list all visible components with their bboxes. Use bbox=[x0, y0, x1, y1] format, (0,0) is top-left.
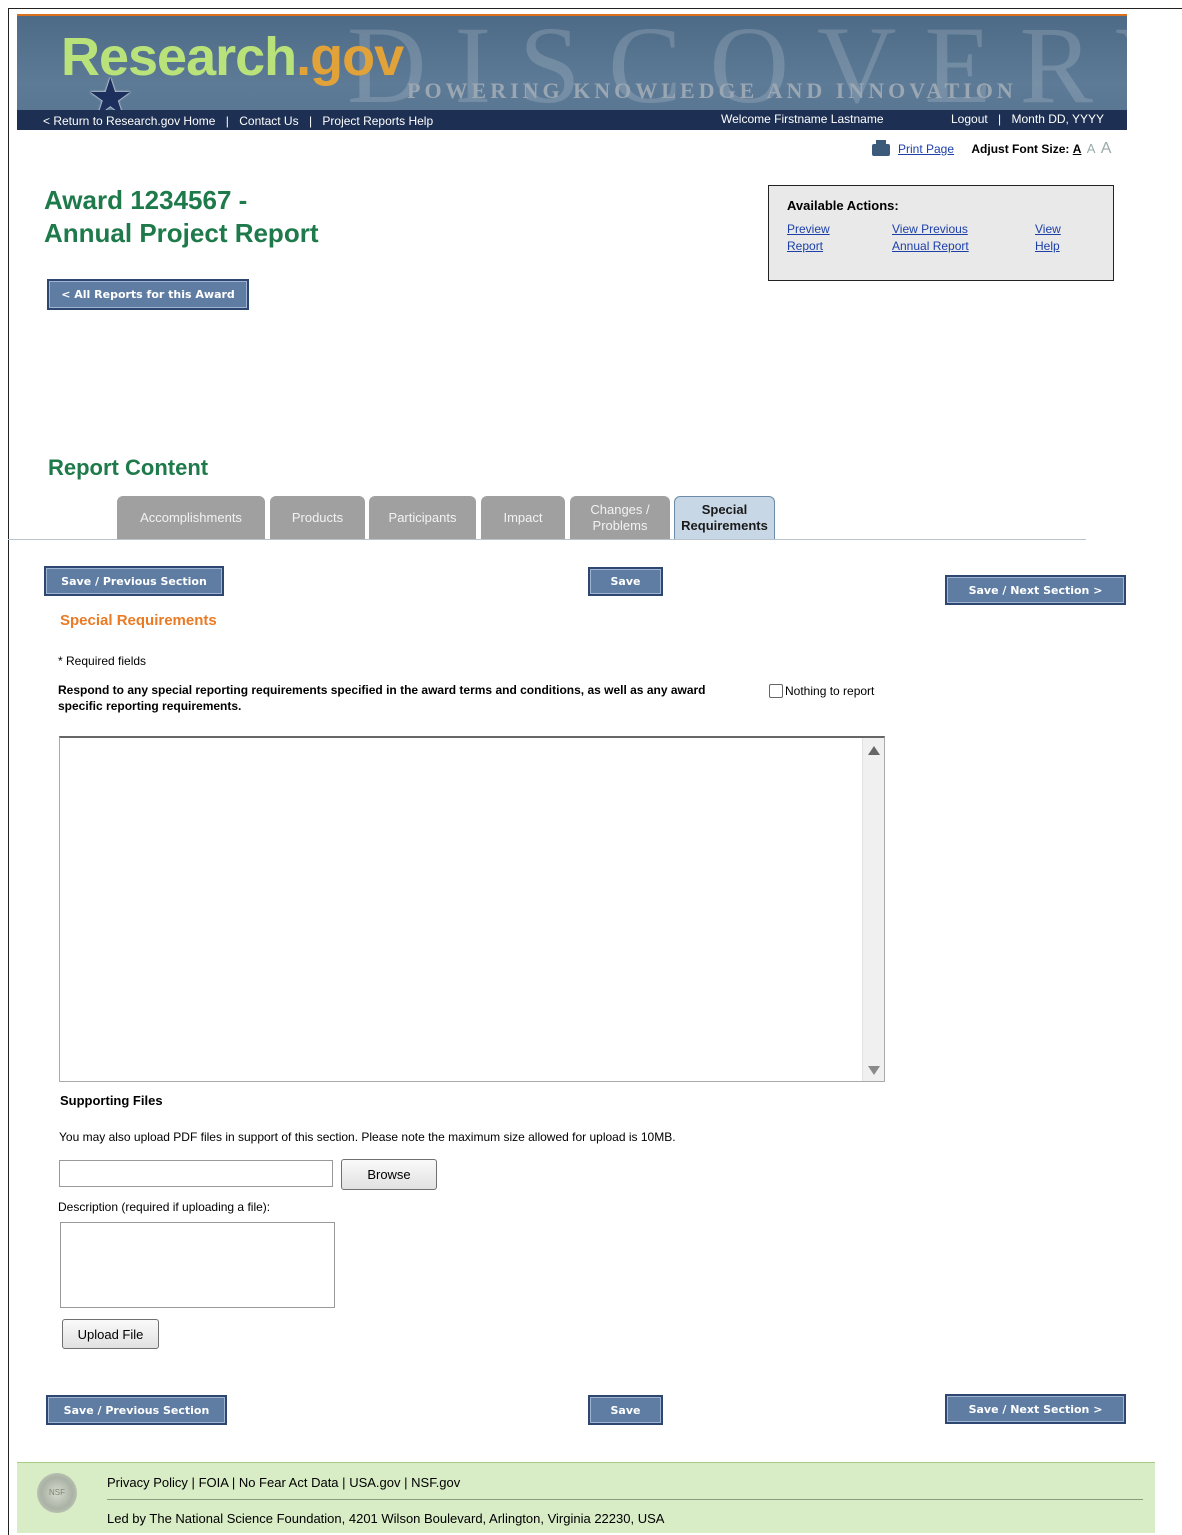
banner-tagline: POWERING KNOWLEDGE AND INNOVATION bbox=[407, 78, 1017, 103]
textarea-scrollbar[interactable] bbox=[862, 738, 884, 1081]
usa-gov-link[interactable]: USA.gov bbox=[349, 1475, 400, 1490]
footer-links: Privacy Policy | FOIA | No Fear Act Data… bbox=[107, 1475, 460, 1490]
no-fear-act-link[interactable]: No Fear Act Data bbox=[239, 1475, 339, 1490]
save-previous-section-button[interactable]: Save / Previous Section bbox=[44, 566, 224, 596]
font-size-medium-button[interactable]: A bbox=[1087, 141, 1096, 156]
printer-icon[interactable] bbox=[872, 139, 890, 156]
report-content-heading: Report Content bbox=[48, 455, 209, 480]
nsf-seal-logo: NSF bbox=[37, 1473, 77, 1513]
tab-special-requirements[interactable]: Special Requirements bbox=[674, 496, 775, 539]
tab-special-label-line1: Special bbox=[701, 502, 748, 517]
file-description-textarea[interactable] bbox=[60, 1222, 335, 1308]
font-size-large-button[interactable]: A bbox=[1101, 140, 1112, 157]
save-next-section-button[interactable]: Save / Next Section > bbox=[945, 575, 1126, 605]
report-tabs: Accomplishments Products Participants Im… bbox=[8, 496, 1086, 540]
view-help-link[interactable]: View Help bbox=[1035, 221, 1061, 255]
preview-report-link-line1: Preview bbox=[787, 222, 830, 236]
scroll-up-arrow-icon[interactable] bbox=[868, 746, 880, 755]
logout-link[interactable]: Logout bbox=[951, 112, 988, 126]
special-requirements-prompt: Respond to any special reporting require… bbox=[58, 683, 706, 713]
return-home-link[interactable]: < Return to Research.gov Home bbox=[43, 114, 215, 128]
view-previous-link-line1: View Previous bbox=[892, 222, 968, 236]
supporting-files-description: You may also upload PDF files in support… bbox=[59, 1130, 676, 1144]
print-page-link[interactable]: Print Page bbox=[898, 142, 954, 156]
current-date: Month DD, YYYY bbox=[1011, 112, 1104, 126]
nav-separator: | bbox=[308, 114, 313, 128]
page-title-line2: Annual Project Report bbox=[44, 218, 319, 248]
tab-changes-problems[interactable]: Changes / Problems bbox=[570, 496, 670, 539]
font-size-small-button[interactable]: A bbox=[1073, 142, 1082, 156]
footer-separator: | bbox=[342, 1475, 346, 1490]
foia-link[interactable]: FOIA bbox=[199, 1475, 229, 1490]
tab-changes-label-line1: Changes / bbox=[590, 501, 650, 517]
view-help-link-line2: Help bbox=[1035, 239, 1060, 253]
footer-separator: | bbox=[191, 1475, 195, 1490]
preview-report-link-line2: Report bbox=[787, 239, 824, 253]
site-footer: NSF Privacy Policy | FOIA | No Fear Act … bbox=[17, 1462, 1155, 1533]
nav-separator: | bbox=[998, 112, 1002, 126]
tab-participants[interactable]: Participants bbox=[369, 496, 476, 539]
welcome-text: Welcome Firstname Lastname bbox=[721, 112, 884, 126]
nsf-seal-text: NSF bbox=[49, 1488, 65, 1497]
tab-accomplishments[interactable]: Accomplishments bbox=[117, 496, 265, 539]
project-reports-help-link[interactable]: Project Reports Help bbox=[322, 114, 433, 128]
privacy-policy-link[interactable]: Privacy Policy bbox=[107, 1475, 188, 1490]
site-banner: DISCOVERY Research.gov ★ POWERING KNOWLE… bbox=[17, 14, 1127, 130]
nothing-to-report-option[interactable]: Nothing to report bbox=[769, 684, 874, 698]
tab-special-label-line2: Requirements bbox=[681, 518, 768, 533]
special-requirements-textarea[interactable] bbox=[59, 736, 885, 1082]
file-path-input[interactable] bbox=[59, 1160, 333, 1187]
footer-divider bbox=[107, 1499, 1143, 1500]
page-title: Award 1234567 - Annual Project Report bbox=[44, 184, 318, 250]
view-previous-report-link[interactable]: View Previous Annual Report bbox=[892, 221, 969, 255]
all-reports-button[interactable]: < All Reports for this Award bbox=[47, 279, 249, 310]
required-fields-note: * Required fields bbox=[58, 654, 147, 668]
contact-us-link[interactable]: Contact Us bbox=[239, 114, 298, 128]
top-nav-bar: < Return to Research.gov Home | Contact … bbox=[17, 110, 1127, 130]
preview-report-link[interactable]: Preview Report bbox=[787, 221, 830, 255]
page-title-line1: Award 1234567 - bbox=[44, 185, 248, 215]
file-description-label: Description (required if uploading a fil… bbox=[58, 1200, 271, 1214]
save-button[interactable]: Save bbox=[588, 567, 663, 596]
adjust-font-size-label: Adjust Font Size: bbox=[971, 142, 1070, 156]
logo-gov-text: .gov bbox=[296, 27, 404, 87]
view-help-link-line1: View bbox=[1035, 222, 1061, 236]
nothing-to-report-label: Nothing to report bbox=[785, 684, 875, 698]
footer-separator: | bbox=[231, 1475, 236, 1490]
view-previous-link-line2: Annual Report bbox=[892, 239, 969, 253]
browse-button[interactable]: Browse bbox=[341, 1159, 437, 1190]
nsf-gov-link[interactable]: NSF.gov bbox=[411, 1475, 460, 1490]
save-next-section-button-bottom[interactable]: Save / Next Section > bbox=[945, 1394, 1126, 1424]
tab-impact[interactable]: Impact bbox=[481, 496, 565, 539]
footer-address: Led by The National Science Foundation, … bbox=[107, 1511, 665, 1526]
special-requirements-heading: Special Requirements bbox=[60, 612, 217, 629]
upload-file-button[interactable]: Upload File bbox=[62, 1319, 159, 1349]
supporting-files-heading: Supporting Files bbox=[60, 1093, 163, 1108]
footer-separator: | bbox=[404, 1475, 408, 1490]
nothing-to-report-checkbox[interactable] bbox=[769, 684, 783, 698]
page-tools: Print Page Adjust Font Size: A A A bbox=[872, 139, 1112, 158]
nav-separator: | bbox=[225, 114, 229, 128]
save-previous-section-button-bottom[interactable]: Save / Previous Section bbox=[46, 1395, 227, 1425]
save-button-bottom[interactable]: Save bbox=[588, 1395, 663, 1425]
tab-changes-label-line2: Problems bbox=[592, 517, 648, 533]
available-actions-heading: Available Actions: bbox=[787, 198, 899, 213]
available-actions-box: Available Actions: Preview Report View Pr… bbox=[768, 185, 1114, 281]
scroll-down-arrow-icon[interactable] bbox=[868, 1066, 880, 1075]
tab-products[interactable]: Products bbox=[270, 496, 365, 539]
